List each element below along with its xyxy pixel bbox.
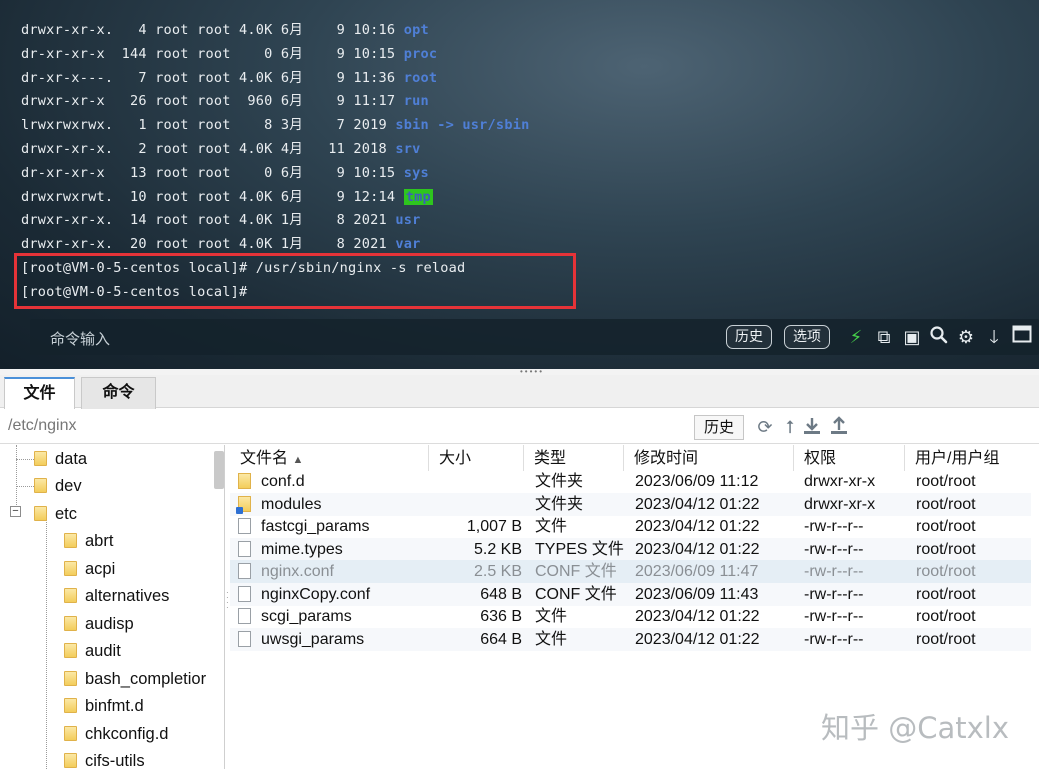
folder-icon: [64, 698, 77, 713]
column-header-size[interactable]: 大小: [429, 445, 524, 471]
dir-name: root: [403, 69, 438, 86]
tree-item-binfmt[interactable]: binfmt.d: [64, 693, 144, 719]
tree-guide-line: [16, 445, 17, 507]
dir-name: tmp: [403, 188, 433, 205]
folder-icon: [64, 643, 77, 658]
file-row[interactable]: modules 文件夹 2023/04/12 01:22 drwxr-xr-x …: [230, 493, 1031, 516]
file-icon: [238, 631, 251, 647]
tree-item-dev[interactable]: dev: [34, 473, 82, 499]
folder-icon: [64, 753, 77, 768]
terminal-line: dr-xr-xr-x 13 root root 0 6月 9 10:15 sys: [21, 164, 429, 181]
column-header-permission[interactable]: 权限: [794, 445, 905, 471]
directory-tree[interactable]: data dev etc abrt acpi alternatives audi…: [0, 445, 225, 769]
dir-name: run: [403, 93, 429, 110]
folder-icon: [64, 616, 77, 631]
search-icon[interactable]: [927, 325, 951, 349]
path-input[interactable]: /etc/nginx: [8, 417, 76, 435]
dir-name: opt: [403, 22, 429, 38]
sort-asc-icon: ▲: [292, 454, 304, 466]
terminal-line: drwxrwxrwt. 10 root root 4.0K 6月 9 12:14…: [21, 188, 433, 205]
terminal-line: drwxr-xr-x. 4 root root 4.0K 6月 9 10:16 …: [21, 22, 429, 38]
tree-item-etc[interactable]: etc: [34, 501, 77, 527]
column-header-name[interactable]: 文件名 ▲: [230, 445, 429, 471]
command-input[interactable]: 命令输入: [50, 328, 110, 349]
tree-guide-line: [16, 459, 34, 460]
file-row[interactable]: scgi_params 636 B 文件 2023/04/12 01:22 -r…: [230, 605, 1031, 628]
file-row[interactable]: conf.d 文件夹 2023/06/09 11:12 drwxr-xr-x r…: [230, 470, 1031, 493]
annotation-highlight-box: [14, 253, 576, 309]
folder-icon: [64, 726, 77, 741]
gear-icon[interactable]: ⚙: [954, 325, 978, 349]
folder-icon: [34, 506, 47, 521]
column-header-mtime[interactable]: 修改时间: [624, 445, 794, 471]
tree-guide-line: [16, 486, 34, 487]
path-bar: /etc/nginx 历史 ⟳ ⭡: [0, 409, 1039, 444]
download-arrow-icon[interactable]: 🡓: [982, 325, 1006, 349]
upload-icon[interactable]: [828, 416, 850, 438]
file-icon: [238, 563, 251, 579]
window-icon[interactable]: [1010, 325, 1034, 349]
terminal-line: dr-xr-x---. 7 root root 4.0K 6月 9 11:36 …: [21, 69, 438, 86]
file-row[interactable]: mime.types 5.2 KB TYPES 文件 2023/04/12 01…: [230, 538, 1031, 561]
file-icon: [238, 586, 251, 602]
folder-icon: [64, 671, 77, 686]
file-row[interactable]: fastcgi_params 1,007 B 文件 2023/04/12 01:…: [230, 515, 1031, 538]
dir-name: srv: [395, 140, 421, 157]
watermark: 知乎 @Catxlx: [821, 711, 1009, 745]
file-row[interactable]: nginxCopy.conf 648 B CONF 文件 2023/06/09 …: [230, 583, 1031, 606]
collapse-toggle-icon[interactable]: −: [10, 506, 21, 517]
folder-icon: [238, 473, 251, 489]
options-button[interactable]: 选项: [784, 325, 830, 349]
dir-name: proc: [403, 45, 438, 62]
path-history-button[interactable]: 历史: [694, 415, 744, 440]
tree-item-bash-completion[interactable]: bash_completior: [64, 666, 206, 692]
tree-item-cifs-utils[interactable]: cifs-utils: [64, 748, 145, 769]
symlink-target: -> usr/sbin: [428, 117, 530, 134]
tree-item-alternatives[interactable]: alternatives: [64, 583, 169, 609]
file-row-selected[interactable]: nginx.conf 2.5 KB CONF 文件 2023/06/09 11:…: [230, 560, 1031, 583]
file-icon: [238, 518, 251, 534]
terminal-line: drwxr-xr-x 26 root root 960 6月 9 11:17 r…: [21, 93, 429, 110]
refresh-icon[interactable]: ⟳: [754, 416, 776, 438]
folder-icon: [64, 588, 77, 603]
terminal-panel[interactable]: drwxr-xr-x. 4 root root 4.0K 6月 9 10:16 …: [0, 0, 1039, 369]
lightning-icon[interactable]: ⚡: [844, 325, 868, 349]
tree-item-audisp[interactable]: audisp: [64, 611, 134, 637]
tree-item-chkconfig[interactable]: chkconfig.d: [64, 721, 168, 747]
file-row[interactable]: uwsgi_params 664 B 文件 2023/04/12 01:22 -…: [230, 628, 1031, 651]
tab-bar: 文件 命令: [0, 375, 1039, 410]
tab-commands[interactable]: 命令: [81, 377, 156, 409]
download-icon[interactable]: [801, 416, 823, 438]
folder-icon: [64, 533, 77, 548]
column-header-owner[interactable]: 用户/用户组: [905, 445, 1031, 471]
file-icon: [238, 541, 251, 557]
tree-scrollbar[interactable]: [214, 451, 224, 489]
command-input-bar[interactable]: 命令输入 历史 选项 ⚡ ⧉ ▣ ⚙ 🡓: [30, 319, 1039, 355]
paste-icon[interactable]: ▣: [900, 325, 924, 349]
up-directory-icon[interactable]: ⭡: [779, 416, 801, 438]
dir-name: sys: [403, 164, 429, 181]
dir-name: usr: [395, 212, 421, 229]
dir-name: sbin: [395, 117, 429, 134]
tree-item-audit[interactable]: audit: [64, 638, 121, 664]
tree-item-data[interactable]: data: [34, 446, 87, 472]
tree-item-abrt[interactable]: abrt: [64, 528, 113, 554]
terminal-line: lrwxrwxrwx. 1 root root 8 3月 7 2019 sbin…: [21, 117, 530, 134]
tab-files[interactable]: 文件: [4, 377, 75, 410]
column-header-type[interactable]: 类型: [524, 445, 624, 471]
terminal-line: dr-xr-xr-x 144 root root 0 6月 9 10:15 pr…: [21, 45, 438, 62]
dir-name: var: [395, 236, 421, 253]
terminal-line: drwxr-xr-x. 2 root root 4.0K 4月 11 2018 …: [21, 140, 421, 157]
folder-icon: [64, 561, 77, 576]
terminal-line: drwxr-xr-x. 14 root root 4.0K 1月 8 2021 …: [21, 212, 421, 229]
history-button[interactable]: 历史: [726, 325, 772, 349]
tree-item-acpi[interactable]: acpi: [64, 556, 115, 582]
file-icon: [238, 608, 251, 624]
copy-icon[interactable]: ⧉: [872, 325, 896, 349]
tree-guide-line: [46, 517, 47, 769]
folder-icon: [34, 451, 47, 466]
folder-icon: [34, 478, 47, 493]
folder-shortcut-icon: [236, 496, 251, 514]
